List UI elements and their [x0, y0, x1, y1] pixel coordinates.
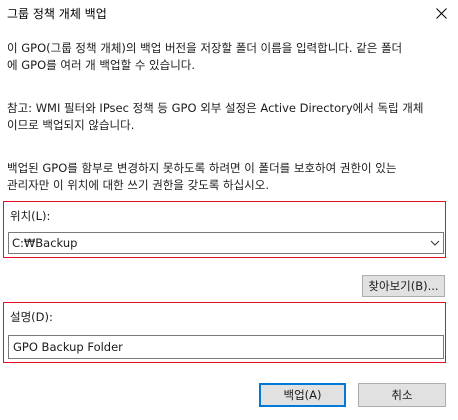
window-title: 그룹 정책 개체 백업: [7, 7, 107, 21]
location-label: 위치(L):: [10, 209, 51, 223]
cancel-button[interactable]: 취소: [358, 383, 446, 407]
description-input[interactable]: GPO Backup Folder: [8, 335, 444, 359]
close-icon: [435, 7, 447, 19]
warning-text: 백업된 GPO를 함부로 변경하지 못하도록 하려면 이 폴더를 보호하여 권한…: [7, 161, 397, 192]
browse-button[interactable]: 찾아보기(B)...: [362, 275, 445, 297]
title-bar: 그룹 정책 개체 백업: [0, 0, 458, 26]
note-text: 참고: WMI 필터와 IPsec 정책 등 GPO 외부 설정은 Active…: [7, 101, 424, 132]
close-button[interactable]: [424, 0, 458, 26]
location-value: C:₩Backup: [12, 236, 78, 250]
location-combobox[interactable]: C:₩Backup: [8, 232, 444, 254]
chevron-down-icon[interactable]: [429, 237, 441, 249]
description-value: GPO Backup Folder: [13, 340, 123, 354]
intro-text: 이 GPO(그룹 정책 개체)의 백업 버전을 저장할 폴더 이름을 입력합니다…: [7, 41, 403, 72]
backup-button[interactable]: 백업(A): [259, 383, 346, 407]
description-label: 설명(D):: [10, 310, 53, 324]
